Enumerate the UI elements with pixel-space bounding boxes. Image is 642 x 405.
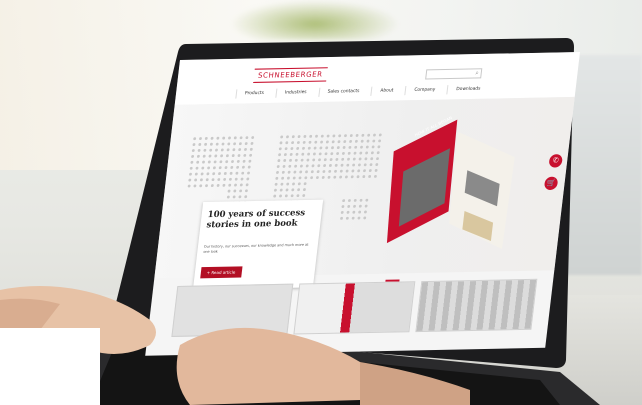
right-wrist xyxy=(360,362,470,405)
blank-patch xyxy=(0,328,100,405)
right-hand xyxy=(176,327,370,405)
